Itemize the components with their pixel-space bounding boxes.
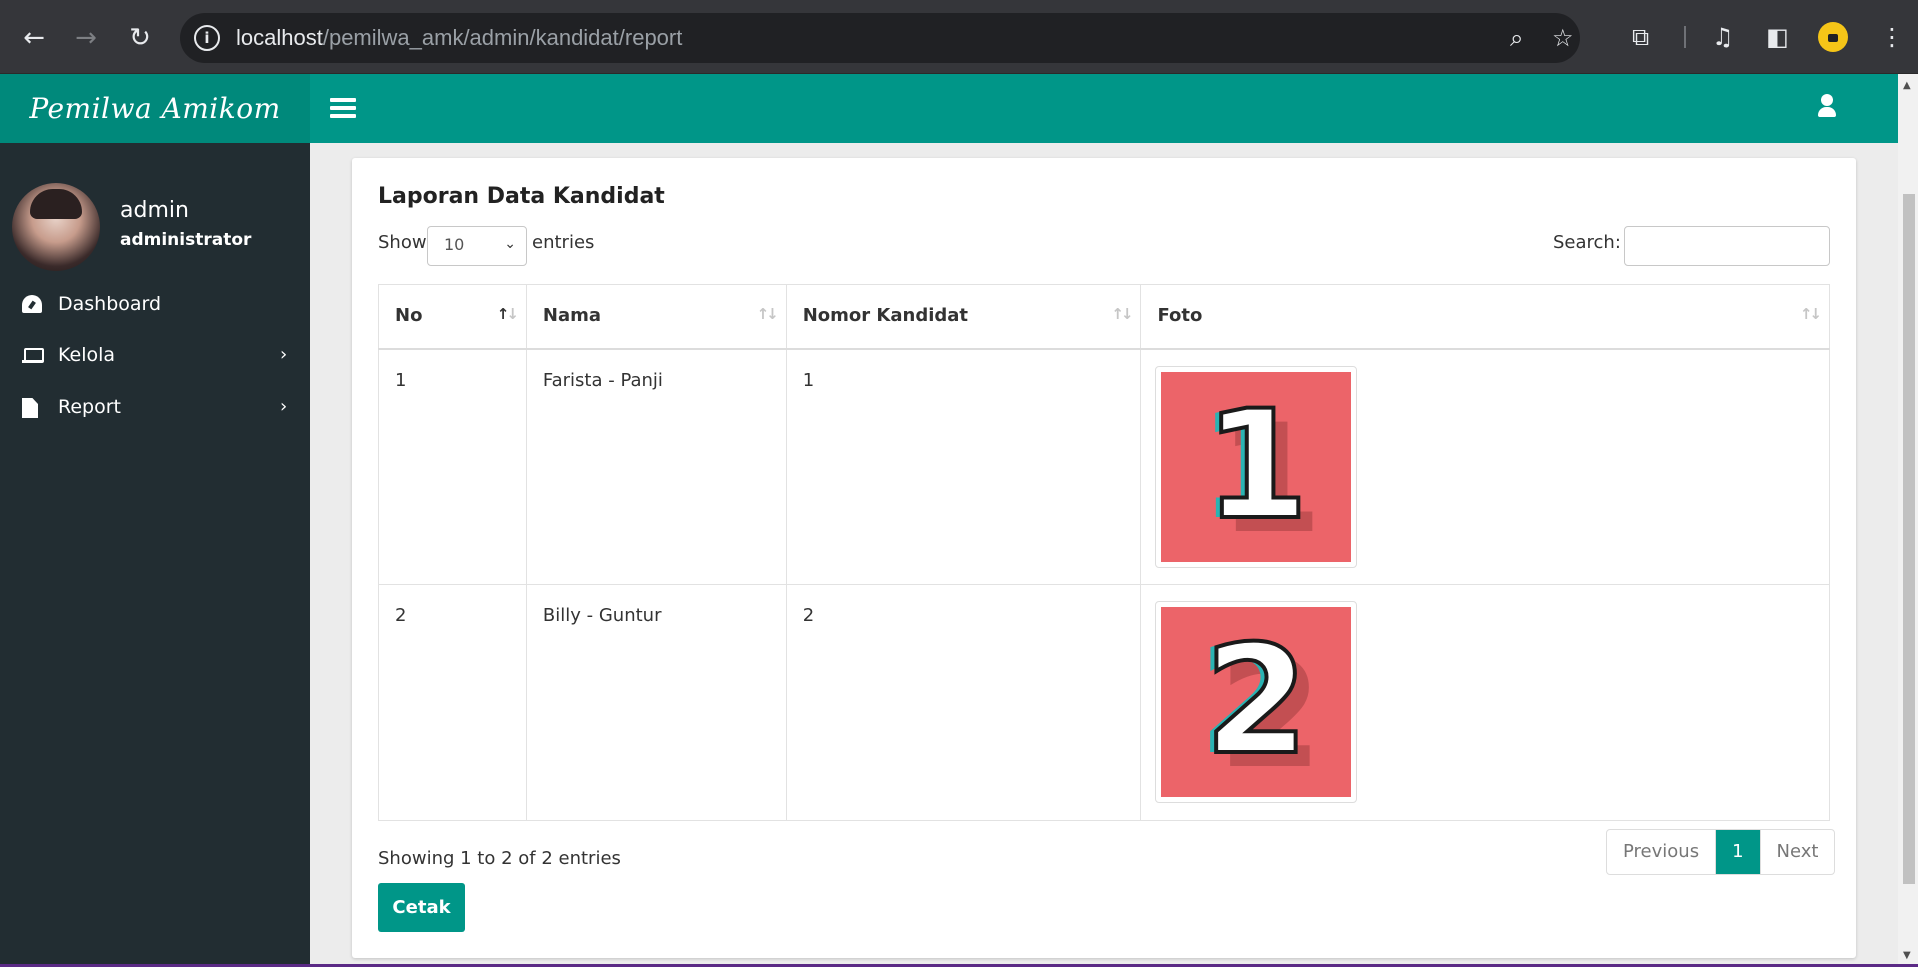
table-header-row: No ↑↓ Nama ↑↓ Nomor Kandidat ↑↓ Foto ↑↓ — [378, 284, 1830, 350]
chevron-right-icon: › — [280, 396, 288, 417]
page-scrollbar[interactable]: ▲ ▼ — [1898, 74, 1918, 967]
brand-logo[interactable]: Pemilwa Amikom — [0, 74, 310, 143]
entries-length-select[interactable]: 10 ⌄ — [427, 226, 527, 266]
cell-no: 1 — [378, 348, 527, 585]
entries-length-value: 10 — [444, 235, 465, 254]
file-icon — [22, 398, 38, 418]
user-role: administrator — [120, 230, 252, 250]
report-card: Laporan Data Kandidat Show 10 ⌄ entries … — [352, 158, 1856, 958]
cell-foto: 1 — [1140, 348, 1830, 585]
side-panel-icon[interactable]: ◧ — [1766, 22, 1789, 52]
column-header-nomor-kandidat[interactable]: Nomor Kandidat ↑↓ — [785, 284, 1142, 350]
back-icon[interactable]: ← — [16, 20, 52, 56]
chevron-down-icon: ⌄ — [504, 236, 516, 252]
pagination-previous[interactable]: Previous — [1607, 830, 1717, 874]
cell-nama: Billy - Guntur — [525, 584, 787, 821]
site-info-icon[interactable]: i — [194, 25, 220, 51]
user-menu-icon[interactable] — [1816, 94, 1838, 122]
candidate-photo: 2 — [1155, 601, 1358, 803]
print-button[interactable]: Cetak — [378, 883, 465, 932]
forward-icon[interactable]: → — [68, 20, 104, 56]
browser-toolbar: ← → ↻ i localhost/pemilwa_amk/admin/kand… — [0, 0, 1918, 74]
reload-icon[interactable]: ↻ — [122, 20, 158, 56]
chevron-right-icon: › — [280, 344, 288, 365]
toolbar-divider — [1684, 26, 1686, 48]
sidebar-item-kelola[interactable]: Kelola › — [0, 330, 310, 380]
sidebar: admin administrator Dashboard Kelola › R… — [0, 143, 310, 967]
url-text[interactable]: localhost/pemilwa_amk/admin/kandidat/rep… — [236, 25, 682, 51]
cell-foto: 2 — [1140, 584, 1830, 821]
scroll-thumb[interactable] — [1903, 194, 1915, 884]
candidate-photo: 1 — [1155, 365, 1358, 568]
photo-number: 2 — [1202, 612, 1310, 790]
profile-avatar-icon[interactable] — [1818, 22, 1848, 52]
url-host: localhost — [236, 25, 323, 50]
extensions-icon[interactable]: ⧉ — [1632, 22, 1649, 52]
scroll-down-icon[interactable]: ▼ — [1903, 950, 1911, 961]
cell-nomor: 1 — [785, 348, 1142, 585]
cell-no: 2 — [378, 584, 527, 821]
sidebar-item-label: Kelola — [58, 344, 116, 366]
table-row: 2 Billy - Guntur 2 2 — [378, 584, 1830, 821]
pagination: Previous 1 Next — [1606, 829, 1836, 875]
column-header-no[interactable]: No ↑↓ — [378, 284, 527, 350]
show-label: Show — [378, 232, 427, 253]
dashboard-icon — [22, 295, 42, 313]
page-title: Laporan Data Kandidat — [378, 184, 665, 209]
sidebar-item-label: Dashboard — [58, 293, 162, 315]
photo-number: 1 — [1202, 377, 1310, 555]
pagination-next[interactable]: Next — [1761, 830, 1835, 874]
table-info: Showing 1 to 2 of 2 entries — [378, 848, 621, 869]
url-path: /pemilwa_amk/admin/kandidat/report — [322, 25, 683, 50]
entries-label: entries — [532, 232, 595, 253]
user-avatar — [12, 183, 100, 271]
app-viewport: Pemilwa Amikom admin administrator Dashb… — [0, 74, 1918, 967]
user-name: admin — [120, 198, 189, 223]
top-navbar: Pemilwa Amikom — [0, 74, 1898, 143]
sort-icon: ↑↓ — [756, 305, 779, 323]
sidebar-toggle-icon[interactable] — [330, 98, 356, 118]
cell-nomor: 2 — [785, 584, 1142, 821]
column-header-nama[interactable]: Nama ↑↓ — [525, 284, 787, 350]
sort-icon: ↑↓ — [1799, 305, 1822, 323]
zoom-icon[interactable]: ⌕ — [1510, 25, 1523, 51]
sort-asc-icon: ↑↓ — [496, 305, 519, 323]
table-row: 1 Farista - Panji 1 1 — [378, 348, 1830, 585]
pagination-page[interactable]: 1 — [1716, 830, 1761, 874]
laptop-icon — [22, 346, 44, 364]
bookmark-star-icon[interactable]: ☆ — [1552, 25, 1574, 51]
search-input[interactable] — [1624, 226, 1830, 266]
media-control-icon[interactable]: ♫ — [1712, 22, 1734, 52]
address-bar[interactable]: i localhost/pemilwa_amk/admin/kandidat/r… — [180, 13, 1580, 63]
sidebar-item-label: Report — [58, 396, 121, 418]
sidebar-item-dashboard[interactable]: Dashboard — [0, 279, 310, 329]
scroll-up-icon[interactable]: ▲ — [1903, 80, 1911, 91]
sidebar-item-report[interactable]: Report › — [0, 382, 310, 432]
search-label: Search: — [1553, 232, 1621, 253]
sort-icon: ↑↓ — [1111, 305, 1133, 323]
cell-nama: Farista - Panji — [525, 348, 787, 585]
browser-menu-icon[interactable]: ⋮ — [1880, 22, 1904, 52]
kandidat-table: No ↑↓ Nama ↑↓ Nomor Kandidat ↑↓ Foto ↑↓ 1 Fa… — [378, 284, 1830, 821]
column-header-foto[interactable]: Foto ↑↓ — [1140, 284, 1830, 350]
